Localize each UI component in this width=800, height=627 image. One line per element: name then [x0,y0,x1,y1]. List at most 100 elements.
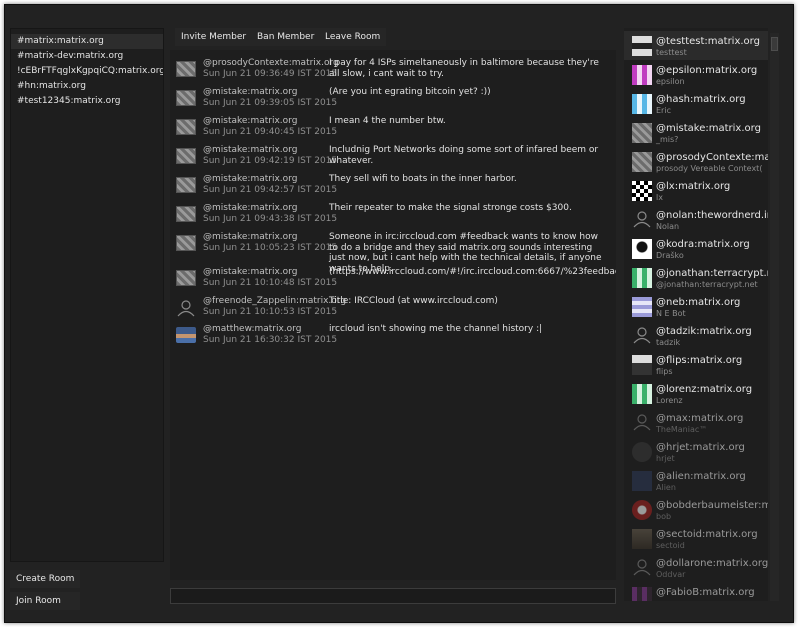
member-user-id: @hrjet:matrix.org [656,442,745,453]
member-list-item[interactable]: @dollarone:matrix.org Oddvar [624,553,768,582]
member-avatar [632,529,652,549]
member-display-name: epsilon [656,77,685,86]
message-input[interactable] [170,588,616,604]
member-user-id: @lx:matrix.org [656,181,731,192]
member-list-item[interactable]: @FabioB:matrix.org [624,582,768,601]
member-list-item[interactable]: @prosodyContexte:matrix.orgprosody Verea… [624,147,768,176]
member-list-scrollbar[interactable] [770,33,779,601]
member-user-id: @neb:matrix.org [656,297,741,308]
member-list-item[interactable]: @epsilon:matrix.org epsilon [624,60,768,89]
member-list-item[interactable]: @nolan:thewordnerd.infoNolan [624,205,768,234]
message-row: @matthew:matrix.org Sun Jun 21 16:30:32 I… [170,321,616,349]
message-row: @mistake:matrix.org Sun Jun 21 09:43:38 I… [170,200,616,228]
member-user-id: @nolan:thewordnerd.info [656,210,768,221]
message-timestamp: Sun Jun 21 09:39:05 IST 2015 [203,98,338,108]
message-row: @prosodyContexte:matrix.org Sun Jun 21 09… [170,55,616,83]
member-display-name: bob [656,512,672,521]
message-row: @mistake:matrix.org Sun Jun 21 10:05:23 I… [170,229,616,274]
member-list-item[interactable]: @mistake:matrix.org _mis? [624,118,768,147]
member-avatar [632,413,652,433]
member-user-id: @lorenz:matrix.org [656,384,753,395]
member-user-id: @prosodyContexte:matrix.org [656,152,768,163]
message-timestamp: Sun Jun 21 10:10:48 IST 2015 [203,278,338,288]
member-display-name: sectoid [656,541,685,550]
member-display-name: tadzik [656,338,681,347]
member-list-item[interactable]: @kodra:matrix.org Draško [624,234,768,263]
member-list-item[interactable]: @sectoid:matrix.org sectoid [624,524,768,553]
invite-member-button[interactable]: Invite Member [175,28,253,46]
member-avatar [632,123,652,143]
member-display-name: Oddvar [656,570,686,579]
message-row: @mistake:matrix.org Sun Jun 21 10:10:48 I… [170,264,616,292]
room-list-item[interactable]: #matrix-dev:matrix.org [11,49,163,64]
user-avatar [176,235,196,251]
member-display-name: TheManiac™ [656,425,708,434]
message-sender: @prosodyContexte:matrix.org [203,58,339,68]
message-timestamp: Sun Jun 21 09:42:19 IST 2015 [203,156,338,166]
member-list-item[interactable]: @tadzik:matrix.org tadzik [624,321,768,350]
member-user-id: @epsilon:matrix.org [656,65,758,76]
message-row: @mistake:matrix.org Sun Jun 21 09:42:57 I… [170,171,616,199]
message-text: They sell wifi to boats in the inner har… [329,174,517,184]
message-text: I mean 4 the number btw. [329,116,446,126]
member-list[interactable]: @testtest:matrix.org testtest @epsilon:mat… [624,28,768,601]
message-sender: @mistake:matrix.org [203,145,298,155]
member-list-item[interactable]: @flips:matrix.org flips [624,350,768,379]
message-text: Includnig Port Networks doing some sort … [329,145,599,166]
member-user-id: @jonathan:terracrypt.net [656,268,768,279]
member-list-item[interactable]: @hash:matrix.org Eric [624,89,768,118]
room-list-item[interactable]: !cEBrFTFqglxKgpqiCQ:matrix.org [11,64,163,79]
message-timeline[interactable]: @prosodyContexte:matrix.org Sun Jun 21 09… [170,50,616,580]
ban-member-button[interactable]: Ban Member [251,28,321,46]
message-text: (https://www.irccloud.com/#!/irc.ircclou… [329,267,616,277]
user-avatar [176,206,196,222]
member-display-name: Eric [656,106,671,115]
member-list-item[interactable]: @testtest:matrix.org testtest [624,31,768,60]
message-row: @mistake:matrix.org Sun Jun 21 09:42:19 I… [170,142,616,170]
member-list-item[interactable]: @hrjet:matrix.org hrjet [624,437,768,466]
member-display-name: lx [656,193,663,202]
room-list-item[interactable]: #matrix:matrix.org [11,34,163,49]
message-text: (Are you int egrating bitcoin yet? :)) [329,87,491,97]
member-display-name: prosody Vereable Context( [656,164,763,173]
message-sender: @mistake:matrix.org [203,203,298,213]
member-list-item[interactable]: @lx:matrix.org lx [624,176,768,205]
message-sender: @mistake:matrix.org [203,232,298,242]
message-sender: @freenode_Zappelin:matrix.org [203,296,347,306]
scrollbar-thumb[interactable] [771,37,778,51]
leave-room-button[interactable]: Leave Room [319,28,387,46]
member-display-name: N E Bot [656,309,686,318]
member-list-item[interactable]: @neb:matrix.org N E Bot [624,292,768,321]
member-list-item[interactable]: @max:matrix.org TheManiac™ [624,408,768,437]
member-user-id: @mistake:matrix.org [656,123,761,134]
member-user-id: @flips:matrix.org [656,355,743,366]
member-avatar [632,326,652,346]
message-sender: @mistake:matrix.org [203,267,298,277]
member-avatar [632,36,652,56]
message-sender: @mistake:matrix.org [203,87,298,97]
message-timestamp: Sun Jun 21 09:36:49 IST 2015 [203,69,338,79]
member-list-item[interactable]: @jonathan:terracrypt.net@jonathan:terrac… [624,263,768,292]
member-avatar [632,239,652,259]
member-avatar [632,558,652,578]
member-display-name: Draško [656,251,684,260]
member-list-item[interactable]: @lorenz:matrix.org Lorenz [624,379,768,408]
member-avatar [632,587,652,601]
message-timestamp: Sun Jun 21 10:10:53 IST 2015 [203,307,338,317]
member-list-item[interactable]: @alien:matrix.org Alien [624,466,768,495]
user-avatar [176,119,196,135]
message-text: I pay for 4 ISPs simeltaneously in balti… [329,58,599,79]
room-list[interactable]: #matrix:matrix.org #matrix-dev:matrix.org… [10,28,164,562]
message-text: irccloud isn't showing me the channel hi… [329,324,543,334]
create-room-button[interactable]: Create Room [10,570,80,588]
member-display-name: hrjet [656,454,675,463]
member-avatar [632,384,652,404]
message-timestamp: Sun Jun 21 16:30:32 IST 2015 [203,335,338,345]
user-avatar [176,148,196,164]
user-avatar [176,90,196,106]
join-room-button[interactable]: Join Room [10,592,80,610]
room-list-item[interactable]: #hn:matrix.org [11,79,163,94]
member-avatar [632,355,652,375]
member-list-item[interactable]: @bobderbaumeister:matrix.orgbob [624,495,768,524]
room-list-item[interactable]: #test12345:matrix.org [11,94,163,109]
